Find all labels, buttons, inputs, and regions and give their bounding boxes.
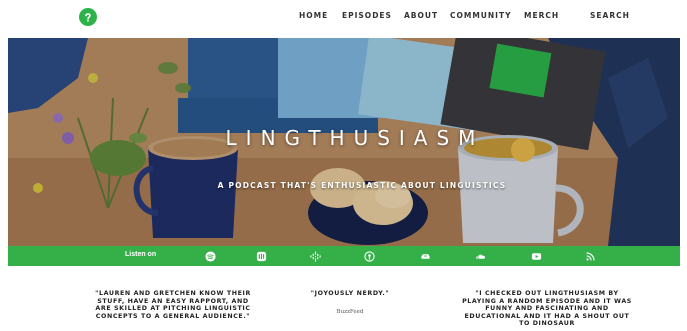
amazon-music-icon[interactable] — [419, 250, 431, 262]
testimonial-quote: "I CHECKED OUT LINGTHUSIASM BY PLAYING A… — [462, 290, 632, 328]
soundcloud-icon[interactable] — [474, 250, 486, 262]
nav-episodes-link[interactable]: EPISODES — [342, 11, 392, 20]
testimonial-quote: "LAUREN AND GRETCHEN KNOW THEIR STUFF, H… — [95, 290, 251, 320]
podcast-icon[interactable] — [363, 250, 375, 262]
google-podcasts-icon[interactable] — [309, 250, 321, 262]
youtube-icon[interactable] — [530, 250, 542, 262]
listen-on-label: Listen on — [125, 251, 157, 258]
hero-title: LINGTHUSIASM — [225, 126, 485, 150]
nav-about-link[interactable]: ABOUT — [404, 11, 438, 20]
nav-community-link[interactable]: COMMUNITY — [450, 11, 512, 20]
nav-home-link[interactable]: HOME — [299, 11, 328, 20]
hero-tagline: A PODCAST THAT'S ENTHUSIASTIC ABOUT LING… — [217, 181, 507, 190]
top-navigation: HOME EPISODES ABOUT COMMUNITY MERCH SEAR… — [0, 0, 687, 34]
stitcher-icon[interactable] — [255, 250, 267, 262]
nav-merch-link[interactable]: MERCH — [524, 11, 559, 20]
rss-icon[interactable] — [584, 250, 596, 262]
hero-banner: LINGTHUSIASM A PODCAST THAT'S ENTHUSIAST… — [8, 38, 680, 246]
logo-glyph — [85, 13, 91, 22]
testimonial-source: BuzzFeed — [336, 309, 364, 315]
nav-search-link[interactable]: SEARCH — [590, 11, 630, 20]
listen-on-bar: Listen on — [8, 246, 680, 266]
testimonial-quote: "JOYOUSLY NERDY." — [310, 290, 390, 297]
spotify-icon[interactable] — [204, 250, 216, 262]
lingthusiasm-logo-icon[interactable] — [79, 8, 97, 26]
